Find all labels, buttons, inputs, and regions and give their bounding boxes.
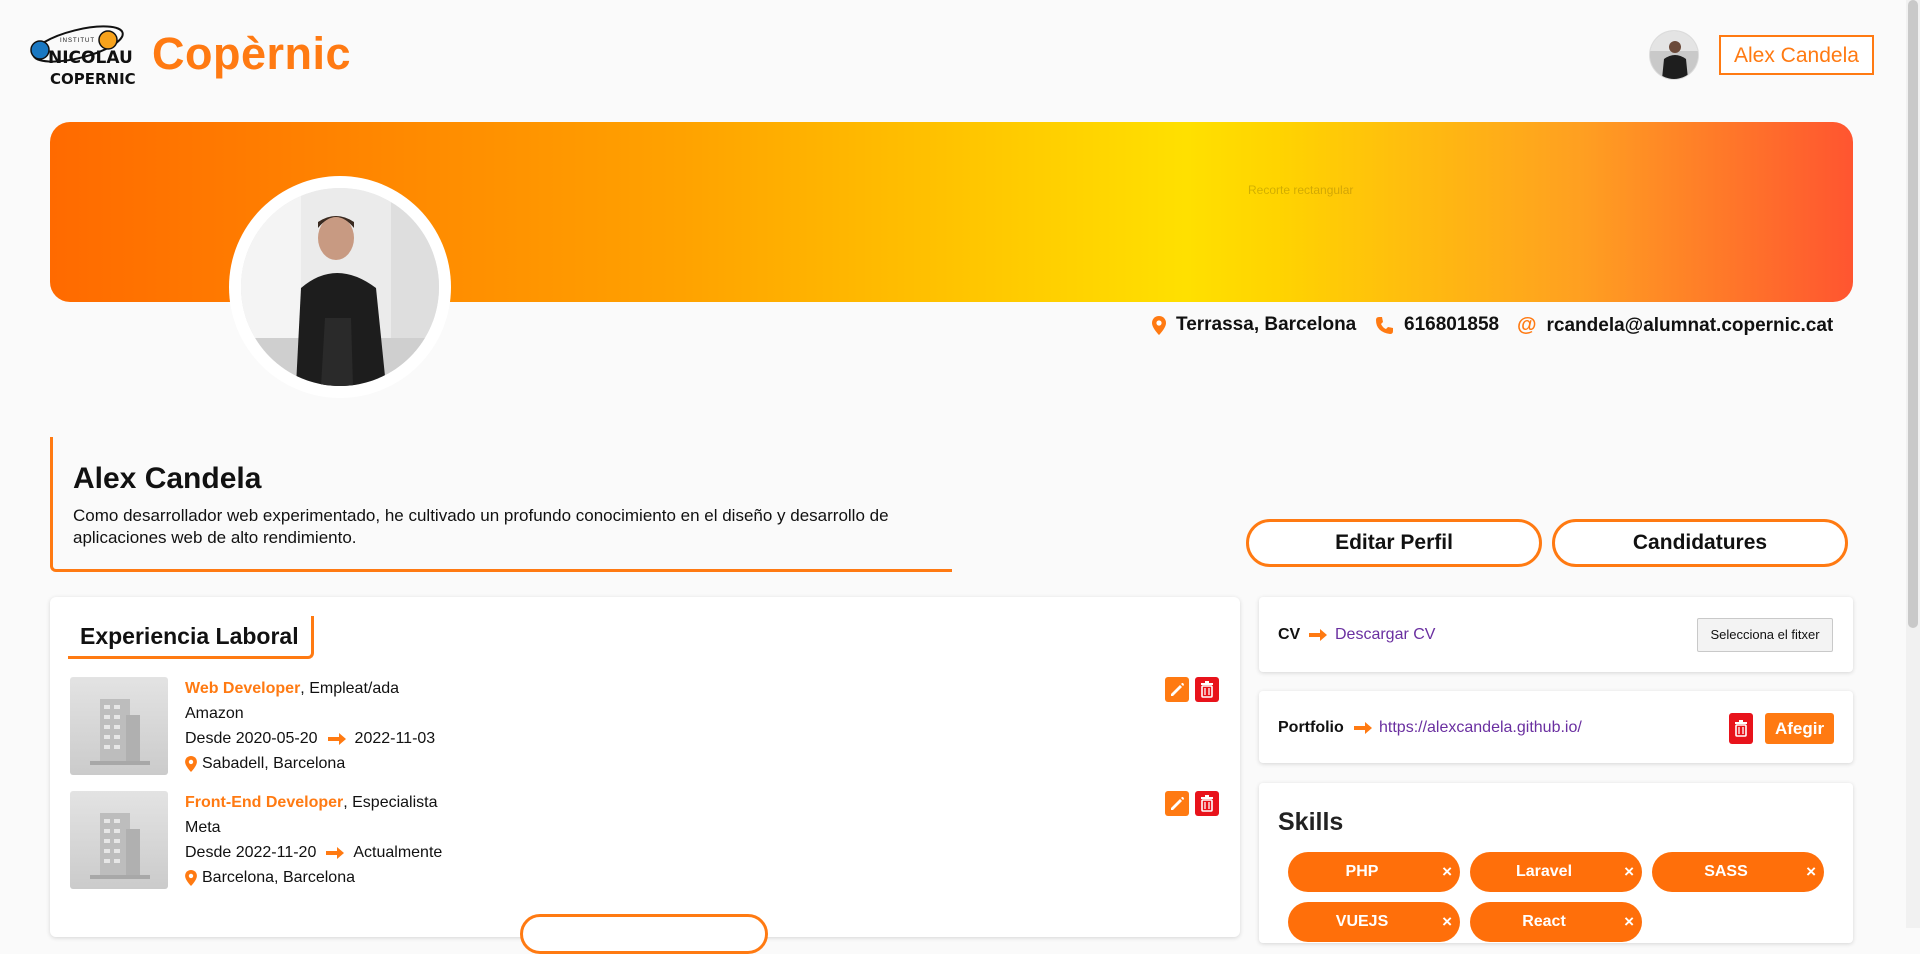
experience-type: , Especialista — [343, 794, 438, 811]
file-select-button[interactable]: Selecciona el fitxer — [1697, 618, 1833, 652]
trash-icon — [1735, 720, 1747, 737]
skill-tag: PHP × — [1288, 852, 1460, 892]
skill-label: VUEJS — [1335, 913, 1389, 930]
skill-label: React — [1522, 913, 1566, 930]
experience-role-line: Front-End Developer, Especialista — [185, 794, 438, 812]
edit-experience-button[interactable] — [1165, 791, 1189, 816]
experience-location: Barcelona, Barcelona — [185, 869, 355, 887]
company-logo — [70, 791, 168, 889]
experience-location: Sabadell, Barcelona — [185, 755, 345, 773]
experience-from: Desde 2022-11-20 — [185, 844, 317, 861]
contact-email-text: rcandela@alumnat.copernic.cat — [1546, 314, 1834, 336]
experience-dates: Desde 2022-11-20 Actualmente — [185, 844, 442, 862]
logo-text-2: COPERNIC — [50, 70, 136, 88]
edit-profile-button[interactable]: Editar Perfil — [1246, 519, 1542, 567]
banner-overlay-text: Recorte rectangular — [1248, 183, 1354, 197]
delete-portfolio-button[interactable] — [1729, 713, 1753, 744]
building-icon — [90, 699, 150, 765]
map-pin-icon — [185, 756, 197, 772]
close-icon[interactable]: × — [1442, 902, 1452, 942]
experience-company: Meta — [185, 819, 221, 836]
contact-location-text: Terrassa, Barcelona — [1176, 314, 1357, 335]
skill-label: Laravel — [1515, 863, 1573, 880]
delete-experience-button[interactable] — [1195, 791, 1219, 816]
skill-tag: VUEJS × — [1288, 902, 1460, 942]
pencil-icon — [1171, 797, 1184, 810]
arrow-right-icon — [1309, 629, 1327, 641]
experience-location-text: Barcelona, Barcelona — [202, 869, 355, 886]
trash-icon — [1201, 681, 1213, 698]
close-icon[interactable]: × — [1624, 852, 1634, 892]
arrow-right-icon — [326, 847, 345, 859]
company-logo — [70, 677, 168, 775]
portfolio-label: Portfolio — [1278, 719, 1344, 736]
pencil-icon — [1171, 683, 1184, 696]
logo-text-top: INSTITUT — [60, 38, 95, 44]
download-cv-link[interactable]: Descargar CV — [1335, 626, 1435, 644]
skill-tag: SASS × — [1652, 852, 1824, 892]
experience-role[interactable]: Front-End Developer — [185, 794, 343, 811]
skills-title: Skills — [1278, 808, 1344, 836]
contact-phone: 616801858 — [1375, 314, 1499, 336]
experience-from: Desde 2020-05-20 — [185, 730, 318, 747]
institute-logo[interactable]: INSTITUT NICOLAU COPERNIC — [28, 18, 136, 94]
experience-to: Actualmente — [353, 844, 443, 861]
experience-dates: Desde 2020-05-20 2022-11-03 — [185, 730, 435, 748]
experience-title: Experiencia Laboral — [68, 616, 314, 659]
scrollbar-thumb[interactable] — [1908, 0, 1918, 628]
edit-experience-button[interactable] — [1165, 677, 1189, 702]
skill-label: PHP — [1345, 863, 1379, 880]
profile-photo[interactable] — [229, 176, 451, 398]
brand-title[interactable]: Copèrnic — [152, 28, 351, 80]
close-icon[interactable]: × — [1624, 902, 1634, 942]
delete-experience-button[interactable] — [1195, 677, 1219, 702]
experience-to: 2022-11-03 — [354, 730, 436, 747]
profile-bio: Como desarrollador web experimentado, he… — [73, 506, 889, 547]
at-icon: @ — [1517, 314, 1537, 336]
profile-photo-image — [241, 188, 439, 386]
add-experience-button[interactable] — [520, 914, 768, 954]
applications-button[interactable]: Candidatures — [1552, 519, 1848, 567]
experience-role[interactable]: Web Developer — [185, 680, 300, 697]
experience-company: Amazon — [185, 705, 244, 722]
avatar-image — [1650, 31, 1698, 79]
header-avatar[interactable] — [1650, 31, 1698, 79]
experience-type: , Empleat/ada — [300, 680, 400, 697]
phone-icon — [1376, 316, 1393, 334]
arrow-right-icon — [327, 733, 346, 745]
close-icon[interactable]: × — [1442, 852, 1452, 892]
close-icon[interactable]: × — [1806, 852, 1816, 892]
map-pin-icon — [1152, 315, 1166, 335]
skill-tag: Laravel × — [1470, 852, 1642, 892]
map-pin-icon — [185, 870, 197, 886]
arrow-right-icon — [1354, 722, 1372, 734]
skill-tag: React × — [1470, 902, 1642, 942]
cv-label: CV — [1278, 626, 1301, 643]
experience-role-line: Web Developer, Empleat/ada — [185, 680, 399, 698]
profile-name: Alex Candela — [73, 462, 262, 495]
logo-text-1: NICOLAU — [48, 48, 133, 68]
user-menu-button[interactable]: Alex Candela — [1719, 35, 1874, 75]
add-portfolio-button[interactable]: Afegir — [1765, 713, 1834, 744]
trash-icon — [1201, 795, 1213, 812]
experience-location-text: Sabadell, Barcelona — [202, 755, 346, 772]
portfolio-link[interactable]: https://alexcandela.github.io/ — [1379, 719, 1582, 737]
contact-phone-text: 616801858 — [1404, 314, 1500, 335]
building-icon — [90, 813, 150, 879]
contact-location: Terrassa, Barcelona — [1152, 314, 1356, 336]
skill-label: SASS — [1704, 863, 1748, 880]
contact-email: @ rcandela@alumnat.copernic.cat — [1517, 314, 1833, 337]
